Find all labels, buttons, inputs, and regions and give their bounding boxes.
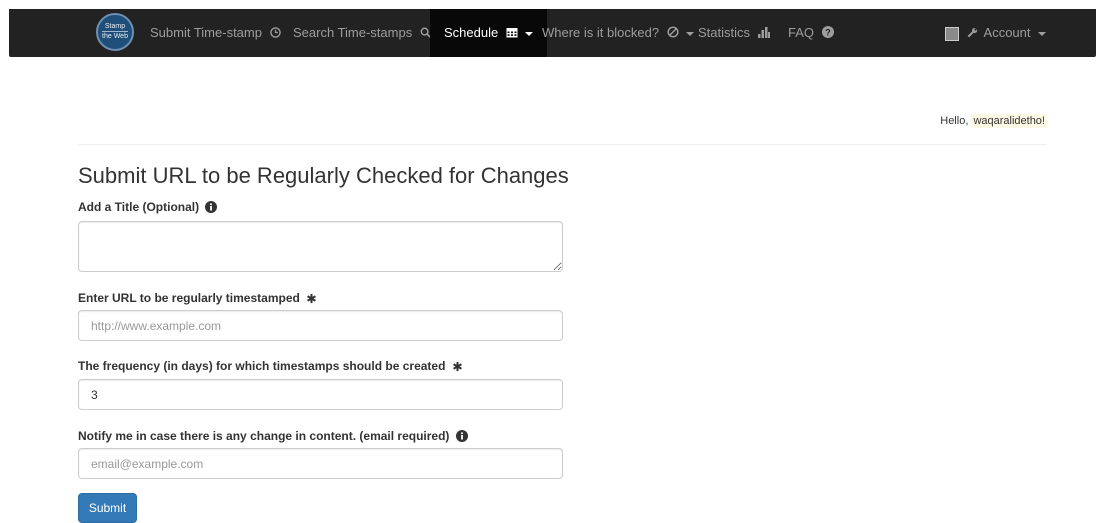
nav-schedule-label: Schedule bbox=[444, 25, 499, 40]
nav-submit-timestamp-label: Submit Time-stamp bbox=[150, 25, 262, 40]
chevron-down-icon bbox=[1038, 31, 1047, 36]
url-input[interactable] bbox=[78, 310, 563, 341]
submit-button[interactable]: Submit bbox=[78, 493, 137, 523]
nav-where-blocked-label: Where is it blocked? bbox=[542, 25, 660, 40]
logo-text-line1: Stamp bbox=[104, 23, 126, 30]
calendar-icon bbox=[506, 10, 518, 58]
url-field-label: Enter URL to be regularly timestamped bbox=[78, 291, 317, 305]
wrench-icon bbox=[967, 10, 978, 58]
nav-submit-timestamp[interactable]: Submit Time-stamp bbox=[150, 9, 281, 57]
nav-account-label: Account bbox=[983, 25, 1031, 40]
nav-account[interactable]: Account bbox=[945, 9, 1047, 58]
avatar bbox=[945, 26, 959, 41]
title-field-label-text: Add a Title (Optional) bbox=[78, 200, 200, 214]
nav-schedule[interactable]: Schedule bbox=[430, 9, 548, 58]
email-input[interactable] bbox=[78, 448, 563, 479]
question-circle-icon: ? bbox=[821, 10, 834, 58]
nav-search-timestamps-label: Search Time-stamps bbox=[293, 25, 413, 40]
asterisk-icon bbox=[307, 293, 317, 304]
top-navbar: Stamp the Web Submit Time-stamp Search T… bbox=[9, 9, 1096, 57]
clock-icon bbox=[269, 10, 281, 58]
nav-where-blocked[interactable]: Where is it blocked? bbox=[542, 9, 695, 58]
nav-search-timestamps[interactable]: Search Time-stamps bbox=[293, 9, 431, 57]
url-field-label-text: Enter URL to be regularly timestamped bbox=[78, 291, 300, 305]
frequency-field-label: The frequency (in days) for which timest… bbox=[78, 359, 463, 373]
info-icon bbox=[205, 201, 218, 213]
chevron-down-icon bbox=[525, 31, 534, 36]
nav-faq-label: FAQ bbox=[788, 25, 815, 40]
logo-text-line2: the Web bbox=[102, 31, 128, 40]
nav-statistics[interactable]: Statistics bbox=[698, 9, 770, 57]
frequency-input[interactable] bbox=[78, 379, 563, 410]
greeting-prefix: Hello, bbox=[940, 115, 972, 127]
notify-field-label: Notify me in case there is any change in… bbox=[78, 429, 468, 443]
chevron-down-icon bbox=[686, 31, 695, 36]
notify-field-label-text: Notify me in case there is any change in… bbox=[78, 429, 450, 443]
nav-faq[interactable]: FAQ ? bbox=[788, 9, 834, 57]
title-textarea[interactable] bbox=[78, 221, 563, 272]
frequency-field-label-text: The frequency (in days) for which timest… bbox=[78, 359, 446, 373]
nav-statistics-label: Statistics bbox=[698, 25, 751, 40]
greeting: Hello, waqaralidetho! bbox=[940, 114, 1047, 128]
stamp-the-web-logo[interactable]: Stamp the Web bbox=[96, 13, 134, 51]
username: waqaralidetho! bbox=[971, 114, 1047, 128]
svg-text:?: ? bbox=[825, 27, 831, 37]
divider bbox=[78, 144, 1047, 145]
asterisk-icon bbox=[452, 361, 462, 372]
title-field-label: Add a Title (Optional) bbox=[78, 200, 218, 214]
page-title: Submit URL to be Regularly Checked for C… bbox=[78, 163, 569, 188]
bar-chart-icon bbox=[757, 10, 770, 58]
info-icon bbox=[455, 430, 468, 442]
ban-icon bbox=[667, 10, 679, 58]
